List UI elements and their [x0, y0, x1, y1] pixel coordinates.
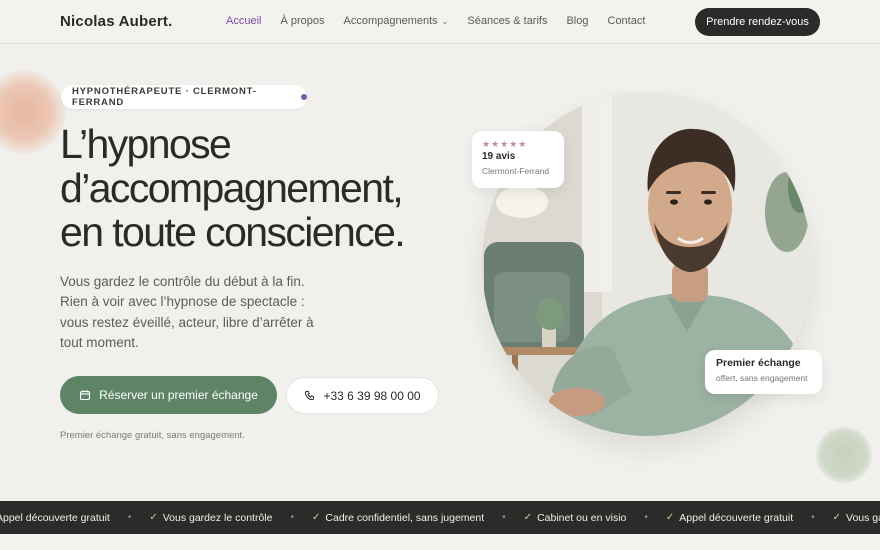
ticker-item-label: Appel découverte gratuit	[0, 511, 110, 524]
ticker-item: ✓ Cadre confidentiel, sans jugement	[312, 512, 484, 524]
chevron-down-icon: ⌄	[441, 17, 449, 26]
nav-item-seances-tarifs[interactable]: Séances & tarifs	[467, 15, 547, 27]
profession-badge: HYPNOTHÉRAPEUTE · CLERMONT-FERRAND	[61, 85, 307, 109]
ticker-item: Appel découverte gratuit	[0, 512, 110, 524]
page-bottom-strip	[0, 534, 880, 550]
ticker-separator-icon: •	[290, 512, 294, 523]
nav-item-accueil[interactable]: Accueil	[226, 15, 261, 27]
check-icon: ✓	[149, 512, 158, 523]
ticker-item: ✓ Vous gardez le contrôle	[833, 512, 880, 524]
hero-title-line-3: en toute conscience.	[60, 209, 406, 255]
check-icon: ✓	[312, 512, 321, 523]
hero-description: Vous gardez le contrôle du début à la fi…	[60, 274, 314, 351]
first-exchange-card: Premier échange offert, sans engagement	[705, 350, 822, 394]
ticker-item-label: Vous gardez le contrôle	[846, 511, 880, 524]
brand-logo[interactable]: Nicolas Aubert.	[60, 13, 172, 30]
check-icon: ✓	[832, 512, 842, 523]
reviews-count: 19 avis	[482, 151, 516, 162]
nav-item-blog[interactable]: Blog	[566, 15, 588, 27]
book-first-exchange-label: Réserver un premier échange	[99, 388, 258, 402]
phone-number-label: +33 6 39 98 00 00	[323, 388, 421, 403]
check-icon: ✓	[665, 512, 675, 523]
ticker-separator-icon: •	[127, 512, 132, 523]
rating-stars-icon: ★★★★★	[482, 139, 528, 149]
ticker-item: ✓ Appel découverte gratuit	[666, 512, 793, 524]
phone-icon	[304, 390, 315, 401]
hero-title-line-1: L’hypnose	[60, 121, 232, 167]
ticker-separator-icon: •	[644, 512, 648, 523]
ticker-item-label: Cadre confidentiel, sans jugement	[325, 511, 485, 524]
decorative-peach-blob	[0, 70, 66, 154]
ticker-item-label: Vous gardez le contrôle	[162, 511, 273, 524]
nav-item-a-propos[interactable]: À propos	[280, 15, 324, 27]
book-appointment-button[interactable]: Prendre rendez-vous	[695, 8, 820, 36]
first-exchange-subtitle: offert, sans engagement	[716, 373, 808, 383]
nav-item-accompagnements-label: Accompagnements	[343, 15, 438, 27]
main-nav: Accueil À propos Accompagnements ⌄ Séance…	[226, 15, 664, 27]
ticker-item: ✓ Vous gardez le contrôle	[149, 512, 272, 524]
ticker-item: ✓ Cabinet ou en visio	[524, 512, 627, 524]
hero-title-line-2: d’accompagnement,	[60, 165, 404, 211]
site-header: Nicolas Aubert. Accueil À propos Accompa…	[0, 0, 880, 44]
book-first-exchange-button[interactable]: Réserver un premier échange	[60, 376, 277, 414]
ticker-separator-icon: •	[811, 512, 815, 523]
phone-call-button[interactable]: +33 6 39 98 00 00	[286, 377, 439, 414]
badge-dot-icon	[301, 94, 307, 100]
check-icon: ✓	[523, 512, 533, 523]
benefits-ticker: Appel découverte gratuit • ✓ Vous gardez …	[0, 501, 880, 534]
ticker-item-label: Cabinet ou en visio	[537, 511, 627, 524]
ticker-item-label: Appel découverte gratuit	[679, 511, 794, 524]
free-exchange-note: Premier échange gratuit, sans engagement…	[60, 430, 245, 441]
ticker-track: Appel découverte gratuit • ✓ Vous gardez …	[0, 501, 880, 534]
nav-item-contact[interactable]: Contact	[608, 15, 646, 27]
reviews-card: ★★★★★ 19 avis Clermont-Ferrand	[472, 131, 564, 188]
reviews-city: Clermont-Ferrand	[482, 166, 550, 176]
hero-title: L’hypnose d’accompagnement, en toute con…	[60, 122, 480, 254]
calendar-icon	[79, 389, 91, 401]
first-exchange-title: Premier échange	[716, 357, 801, 369]
nav-item-accompagnements[interactable]: Accompagnements ⌄	[344, 15, 449, 27]
decorative-sage-blob	[816, 427, 872, 483]
ticker-separator-icon: •	[502, 512, 506, 523]
profession-badge-label: HYPNOTHÉRAPEUTE · CLERMONT-FERRAND	[72, 86, 257, 108]
